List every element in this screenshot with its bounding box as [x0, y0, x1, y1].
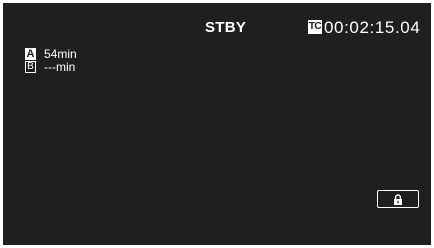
timecode-badge: TC — [308, 20, 322, 34]
media-slot-a-icon: A — [25, 48, 36, 60]
timecode-display: 00:02:15.04 — [324, 18, 421, 37]
lock-button[interactable] — [377, 190, 419, 208]
lock-icon — [394, 193, 402, 205]
media-slot-b-icon: B — [25, 61, 36, 73]
camera-viewfinder-screen: STBY TC 00:02:15.04 A 54min B ---min — [3, 3, 431, 245]
media-slot-b-row: B ---min — [25, 61, 75, 73]
status-indicator: STBY — [205, 19, 247, 36]
media-slot-b-remaining: ---min — [44, 60, 76, 74]
media-slot-a-remaining: 54min — [44, 47, 77, 61]
media-slot-a-row: A 54min — [25, 48, 77, 60]
